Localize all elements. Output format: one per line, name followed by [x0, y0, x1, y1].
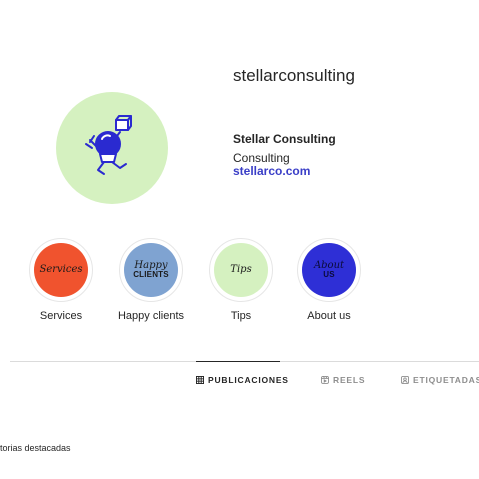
tab-reels[interactable]: REELS — [321, 375, 365, 385]
tab-etiquetadas[interactable]: ETIQUETADAS — [401, 375, 479, 385]
highlight-label: Services — [39, 310, 83, 322]
tab-label: REELS — [333, 375, 366, 385]
highlight-tips[interactable]: Tips Tips — [201, 238, 281, 322]
profile-name: Stellar Consulting — [233, 132, 336, 146]
tab-publicaciones[interactable]: PUBLICACIONES — [196, 375, 289, 385]
highlights-caption: torias destacadas — [0, 443, 71, 453]
highlight-ring: About US — [297, 238, 361, 302]
active-tab-indicator — [196, 361, 280, 362]
profile-category: Consulting — [233, 151, 290, 165]
highlight-label: About us — [307, 310, 351, 322]
profile-avatar[interactable] — [56, 92, 168, 204]
grid-icon — [196, 376, 204, 384]
highlight-about-us[interactable]: About US About us — [289, 238, 369, 322]
highlight-cover-subtext: CLIENTS — [133, 270, 169, 279]
tab-label: ETIQUETADAS — [413, 375, 479, 385]
highlight-cover-subtext: US — [323, 270, 335, 279]
highlight-cover: Tips — [214, 243, 268, 297]
highlight-ring: Tips — [209, 238, 273, 302]
highlight-label: Happy clients — [117, 310, 185, 322]
highlight-services[interactable]: Services Services — [21, 238, 101, 322]
highlight-ring: Happy CLIENTS — [119, 238, 183, 302]
highlight-ring: Services — [29, 238, 93, 302]
tagged-icon — [401, 376, 409, 384]
astronaut-icon — [72, 106, 152, 191]
highlight-happy-clients[interactable]: Happy CLIENTS Happy clients — [111, 238, 191, 322]
highlight-cover-text: Services — [39, 264, 83, 275]
profile-website-link[interactable]: stellarco.com — [233, 164, 310, 178]
highlight-cover-text: Tips — [230, 264, 252, 275]
highlight-cover: Services — [34, 243, 88, 297]
highlight-label: Tips — [230, 310, 252, 322]
highlight-cover: About US — [302, 243, 356, 297]
highlight-cover: Happy CLIENTS — [124, 243, 178, 297]
tab-label: PUBLICACIONES — [208, 375, 289, 385]
profile-username: stellarconsulting — [233, 66, 355, 85]
reels-icon — [321, 376, 329, 384]
